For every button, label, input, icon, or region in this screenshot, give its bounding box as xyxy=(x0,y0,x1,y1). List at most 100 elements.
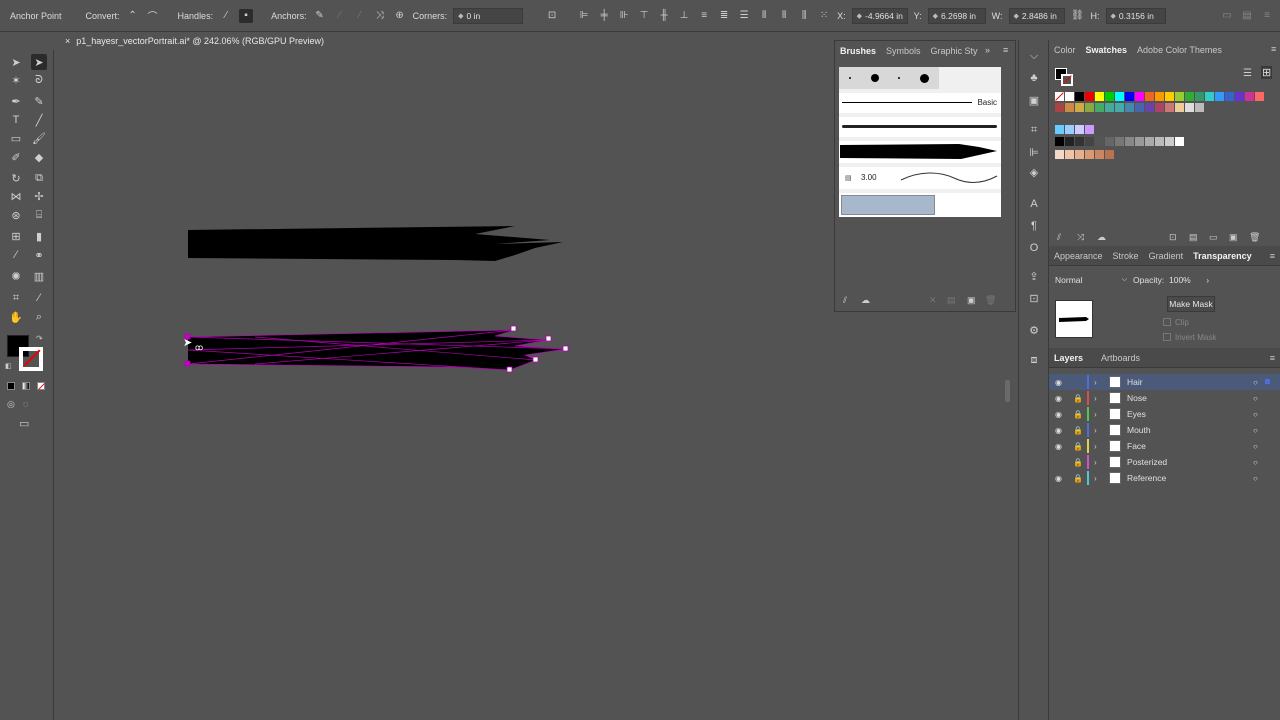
color-mode-icon[interactable] xyxy=(7,382,15,390)
tab-symbols[interactable]: Symbols xyxy=(881,46,926,56)
swatch-chip[interactable] xyxy=(1095,137,1104,146)
swatch-chip[interactable] xyxy=(1105,150,1114,159)
swatch-chip[interactable] xyxy=(1175,137,1184,146)
swatch-chip[interactable] xyxy=(1055,92,1064,101)
tab-artboards[interactable]: Artboards xyxy=(1096,353,1145,363)
swap-fill-stroke-icon[interactable]: ↷ xyxy=(36,334,43,343)
canvas-vertical-scrollbar[interactable] xyxy=(1005,380,1010,402)
opentype-dock-icon[interactable]: O xyxy=(1026,240,1042,256)
hide-handles-icon[interactable]: ▪ xyxy=(239,8,254,23)
h-field[interactable]: ◆ 0.3156 in xyxy=(1105,7,1166,24)
swatch-chip[interactable] xyxy=(1215,92,1224,101)
align-top-icon[interactable]: ⊤ xyxy=(637,9,651,23)
delete-swatch-icon[interactable]: 🗑 xyxy=(1249,232,1260,243)
distribute-vcenter-icon[interactable]: ≣ xyxy=(717,9,731,23)
swatch-chip[interactable] xyxy=(1125,103,1134,112)
swatch-chip[interactable] xyxy=(1165,103,1174,112)
tab-color[interactable]: Color xyxy=(1049,45,1081,55)
swatch-chip[interactable] xyxy=(1075,137,1084,146)
swatch-chip[interactable] xyxy=(1075,103,1084,112)
x-field[interactable]: ◆ -4.9664 in xyxy=(851,7,908,24)
perspective-grid-tool-icon[interactable]: ⌸ xyxy=(31,207,47,223)
screen-mode-icon[interactable]: ▭ xyxy=(19,417,29,430)
character-dock-icon[interactable]: A xyxy=(1026,196,1042,212)
tab-layers[interactable]: Layers xyxy=(1049,353,1088,363)
eraser-tool-icon[interactable]: ◆ xyxy=(31,149,47,165)
distribute-hcenter-icon[interactable]: ⦀ xyxy=(777,9,791,23)
workspace-icon[interactable]: ▤ xyxy=(1240,9,1254,23)
align-left-icon[interactable]: ⊫ xyxy=(577,9,591,23)
swatch-chip[interactable] xyxy=(1095,150,1104,159)
expand-chevron-icon[interactable]: › xyxy=(1094,474,1097,483)
swatch-chip[interactable] xyxy=(1065,125,1074,134)
distribute-right-icon[interactable]: ⫼ xyxy=(797,9,811,23)
lock-icon[interactable]: 🔒 xyxy=(1073,426,1083,435)
swatch-chip[interactable] xyxy=(1085,150,1094,159)
graphic-styles-dock-icon[interactable]: ▣ xyxy=(1026,92,1042,108)
lock-icon[interactable]: 🔒 xyxy=(1073,394,1083,403)
align-hcenter-icon[interactable]: ╪ xyxy=(597,9,611,23)
w-field[interactable]: ◆ 2.8486 in xyxy=(1008,7,1065,24)
visibility-eye-icon[interactable]: ◉ xyxy=(1055,378,1062,387)
swatch-chip[interactable] xyxy=(1125,92,1134,101)
target-circle-icon[interactable]: ○ xyxy=(1253,458,1258,467)
expand-chevron-icon[interactable]: › xyxy=(1094,410,1097,419)
target-circle-icon[interactable]: ○ xyxy=(1253,442,1258,451)
distribute-left-icon[interactable]: ⫴ xyxy=(757,9,771,23)
blend-tool-icon[interactable]: ⚭ xyxy=(31,247,47,263)
swatch-chip[interactable] xyxy=(1235,92,1244,101)
layer-name[interactable]: Face xyxy=(1127,441,1146,451)
brush-dot-medium[interactable] xyxy=(870,74,879,82)
align-dock-icon[interactable]: ⊫ xyxy=(1026,144,1042,160)
swatch-chip[interactable] xyxy=(1065,150,1074,159)
isolate-icon[interactable]: ⤨ xyxy=(373,9,387,23)
pen-tool-icon[interactable]: ✒ xyxy=(8,93,24,109)
swatch-libraries-icon[interactable]: ⫽ xyxy=(1057,232,1061,243)
tab-graphic-styles[interactable]: Graphic Sty xyxy=(926,46,983,56)
swatch-chip[interactable] xyxy=(1095,103,1104,112)
pathfinder-dock-icon[interactable]: ◈ xyxy=(1026,164,1042,180)
puppet-warp-tool-icon[interactable]: ✢ xyxy=(31,188,47,204)
mesh-tool-icon[interactable]: ⊞ xyxy=(8,228,24,244)
visibility-eye-icon[interactable]: ◉ xyxy=(1055,426,1062,435)
distribute-top-icon[interactable]: ≡ xyxy=(697,9,711,23)
paintbrush-tool-icon[interactable]: 🖌 xyxy=(31,130,47,146)
type-tool-icon[interactable]: T xyxy=(8,112,24,128)
swatch-chip[interactable] xyxy=(1205,92,1214,101)
swatch-options-icon[interactable]: ▤ xyxy=(1189,232,1198,243)
swatch-chip[interactable] xyxy=(1055,150,1064,159)
swatch-chip[interactable] xyxy=(1065,92,1074,101)
target-circle-icon[interactable]: ○ xyxy=(1253,426,1258,435)
swatch-chip[interactable] xyxy=(1085,125,1094,134)
remove-brush-stroke-icon[interactable]: ✕ xyxy=(929,295,937,306)
transform-panel-icon[interactable]: ▭ xyxy=(1220,9,1234,23)
swatch-chip[interactable] xyxy=(1085,92,1094,101)
swatch-chip[interactable] xyxy=(1115,137,1124,146)
swatch-chip[interactable] xyxy=(1225,92,1234,101)
swatch-chip[interactable] xyxy=(1095,92,1104,101)
swatch-chip[interactable] xyxy=(1255,92,1264,101)
cut-path-icon[interactable]: ⁄ xyxy=(353,9,367,23)
swatch-chip[interactable] xyxy=(1115,92,1124,101)
blend-mode-select[interactable]: Normal ⌵ xyxy=(1055,273,1127,287)
lasso-tool-icon[interactable]: ᘐ xyxy=(31,72,47,88)
convert-smooth-icon[interactable]: ⌒ xyxy=(146,9,160,23)
properties-dock-icon[interactable]: ⚙ xyxy=(1026,322,1042,338)
dock-collapse-icon[interactable]: ⌵ xyxy=(1026,48,1042,64)
swatch-chip[interactable] xyxy=(1175,92,1184,101)
swatch-chip[interactable] xyxy=(1085,103,1094,112)
layer-row-face[interactable]: ◉ 🔒 › Face ○ xyxy=(1049,438,1280,454)
target-circle-icon[interactable]: ○ xyxy=(1253,410,1258,419)
swatch-chip[interactable] xyxy=(1195,92,1204,101)
paragraph-dock-icon[interactable]: ¶ xyxy=(1026,218,1042,234)
swatch-chip[interactable] xyxy=(1155,92,1164,101)
layers-menu-icon[interactable]: ≡ xyxy=(1270,353,1275,363)
swatch-chip[interactable] xyxy=(1105,103,1114,112)
selected-art-indicator[interactable] xyxy=(1265,379,1270,384)
remove-anchor-icon[interactable]: ✎ xyxy=(313,9,327,23)
rotate-tool-icon[interactable]: ↻ xyxy=(8,170,24,186)
align-right-icon[interactable]: ⊪ xyxy=(617,9,631,23)
brush-dot-large[interactable] xyxy=(920,73,930,83)
layer-name[interactable]: Eyes xyxy=(1127,409,1146,419)
brush-charcoal[interactable] xyxy=(839,117,1001,137)
